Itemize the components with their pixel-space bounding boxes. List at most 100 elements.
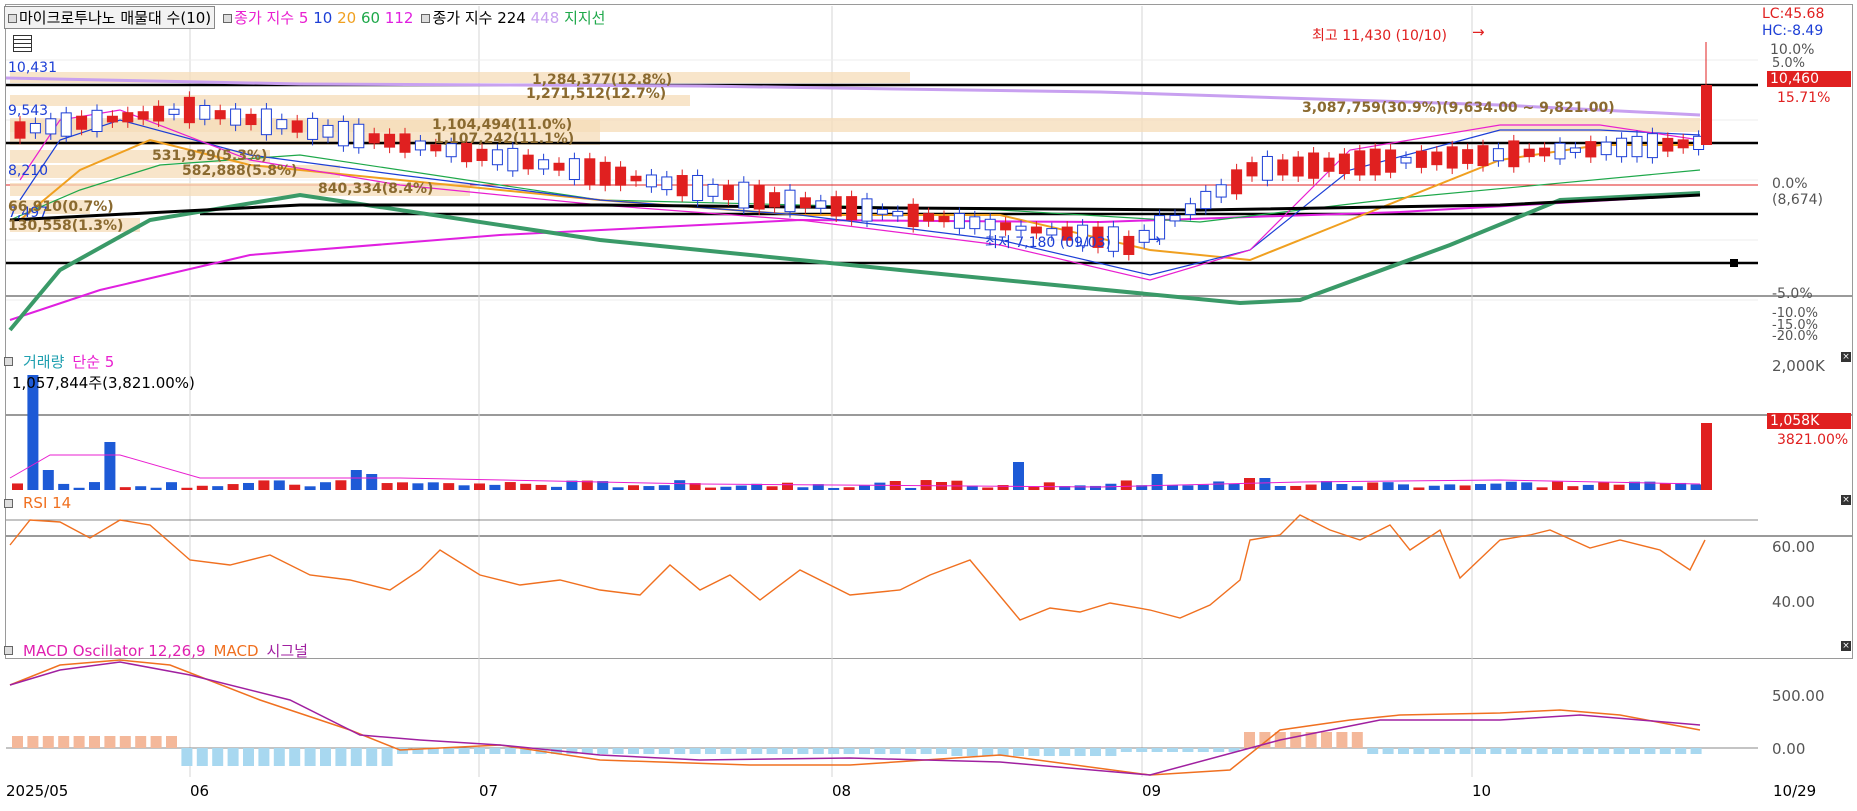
vp-label-7: 840,334(8.4%) [318, 181, 434, 197]
macd-histogram-bar [1151, 748, 1163, 752]
macd-histogram-bar [1428, 748, 1440, 754]
legend-square-icon [4, 498, 13, 508]
volume-bar [766, 486, 778, 490]
low-annotation: 최저 7,180 (09/03) [985, 235, 1112, 251]
candle-body [1539, 147, 1551, 157]
volume-bar [1290, 485, 1302, 490]
volume-current-tag: 1,058K [1767, 413, 1851, 429]
candle-body [876, 208, 888, 215]
macd-close-icon[interactable]: × [1841, 641, 1851, 651]
volume-bar [227, 484, 239, 490]
candle-body [414, 140, 426, 151]
candle-body [214, 110, 226, 120]
macd-histogram-bar [1336, 732, 1348, 748]
macd-histogram-bar [1582, 748, 1594, 754]
candle-body [615, 166, 627, 186]
candle-body [799, 197, 811, 209]
candle-body [60, 112, 72, 137]
candle-body [291, 120, 303, 133]
candle-body [337, 120, 349, 147]
volume-bar [504, 482, 516, 490]
volume-bar [612, 487, 624, 490]
macd-histogram-bar [1367, 748, 1379, 754]
macd-legend[interactable]: MACD Oscillator 12,26,9 MACD 시그널 [4, 640, 308, 661]
candle-body [14, 121, 26, 139]
macd-histogram-bar [1182, 748, 1194, 752]
legend-title-box[interactable]: 마이크로투나노 매물대 수(10) [4, 6, 216, 29]
macd-histogram-bar [227, 748, 239, 766]
macd-histogram-bar [1043, 748, 1055, 756]
legend-ma-group[interactable]: 종가 지수 5 10 20 60 112 [223, 7, 413, 28]
macd-histogram-bar [1475, 748, 1486, 754]
volume-bar [628, 485, 639, 490]
candle-body [661, 176, 673, 191]
legend-ma-label: 종가 지수 [234, 9, 295, 27]
candle-body [307, 117, 319, 140]
volume-bar [89, 482, 100, 490]
macd-histogram-bar [1197, 748, 1209, 752]
high-arrow-icon: → [1472, 23, 1485, 41]
volume-bar [1521, 482, 1533, 490]
legend-ma2-group[interactable]: 종가 지수 224 448 지지선 [421, 7, 605, 28]
macd-histogram-bar [966, 748, 978, 756]
legend-ma-112: 112 [384, 9, 414, 27]
candle-body [1000, 222, 1012, 231]
volume-bar [104, 442, 116, 490]
volume-bar [1305, 484, 1317, 490]
legend-ma-5: 5 [298, 9, 309, 27]
macd-histogram-bar [1613, 748, 1625, 754]
volume-bar [1382, 482, 1394, 490]
macd-histogram-bar [1167, 748, 1178, 752]
volume-bar [1552, 481, 1563, 490]
candle-body [1184, 203, 1196, 215]
candle-body [183, 96, 195, 124]
macd-histogram-bar [273, 748, 285, 766]
volume-bar [381, 483, 393, 490]
candle-body [1554, 142, 1566, 160]
volume-bar [366, 474, 378, 490]
volume-bar [1028, 486, 1040, 490]
macd-histogram-bar [1120, 748, 1132, 752]
vp-label-4: 1,107,242(11.1%) [434, 131, 575, 147]
macd-histogram-bar [1659, 748, 1671, 754]
price-axis-m20: -20.0% [1772, 329, 1818, 344]
volume-bar [535, 484, 547, 490]
candle-body [276, 119, 288, 130]
macd-histogram-bar [1398, 748, 1409, 754]
candle-body [861, 198, 873, 222]
volume-close-icon[interactable]: × [1841, 352, 1851, 362]
volume-info: 1,057,844주(3,821.00%) [12, 374, 195, 392]
volume-bar [782, 482, 793, 490]
volume-legend[interactable]: 거래량 단순 5 [4, 351, 114, 372]
macd-histogram-bar [1552, 748, 1563, 754]
macd-histogram-bar [335, 748, 347, 766]
candle-body [368, 133, 380, 144]
grid-toggle-icon[interactable] [13, 35, 32, 52]
rsi-legend[interactable]: RSI 14 [4, 494, 71, 512]
candle-body [753, 185, 765, 210]
legend-square-icon [4, 646, 13, 655]
macd-histogram-bar [1090, 748, 1101, 756]
candle-body [707, 183, 719, 197]
candle-body [153, 105, 165, 122]
rsi-close-icon[interactable]: × [1841, 495, 1851, 505]
macd-histogram-bar [350, 748, 362, 766]
candle-body [1600, 141, 1612, 156]
candle-body [1169, 214, 1181, 222]
candle-body [45, 118, 57, 135]
candle-body [91, 109, 103, 133]
macd-histogram-bar [1629, 748, 1640, 754]
macd-histogram-bar [166, 736, 177, 748]
candle-body [676, 175, 688, 197]
vp-label-6: 582,888(5.8%) [182, 163, 298, 179]
macd-histogram-bar [196, 748, 208, 766]
macd-histogram-bar [212, 748, 224, 766]
volume-bar [196, 485, 208, 490]
candle-body [984, 218, 996, 231]
volume-bar [289, 484, 301, 490]
macd-histogram-bar [1136, 748, 1148, 752]
volume-bar [674, 480, 686, 490]
candle-body [122, 112, 134, 123]
macd-histogram-bar [504, 748, 516, 754]
macd-histogram-bar [27, 736, 39, 748]
